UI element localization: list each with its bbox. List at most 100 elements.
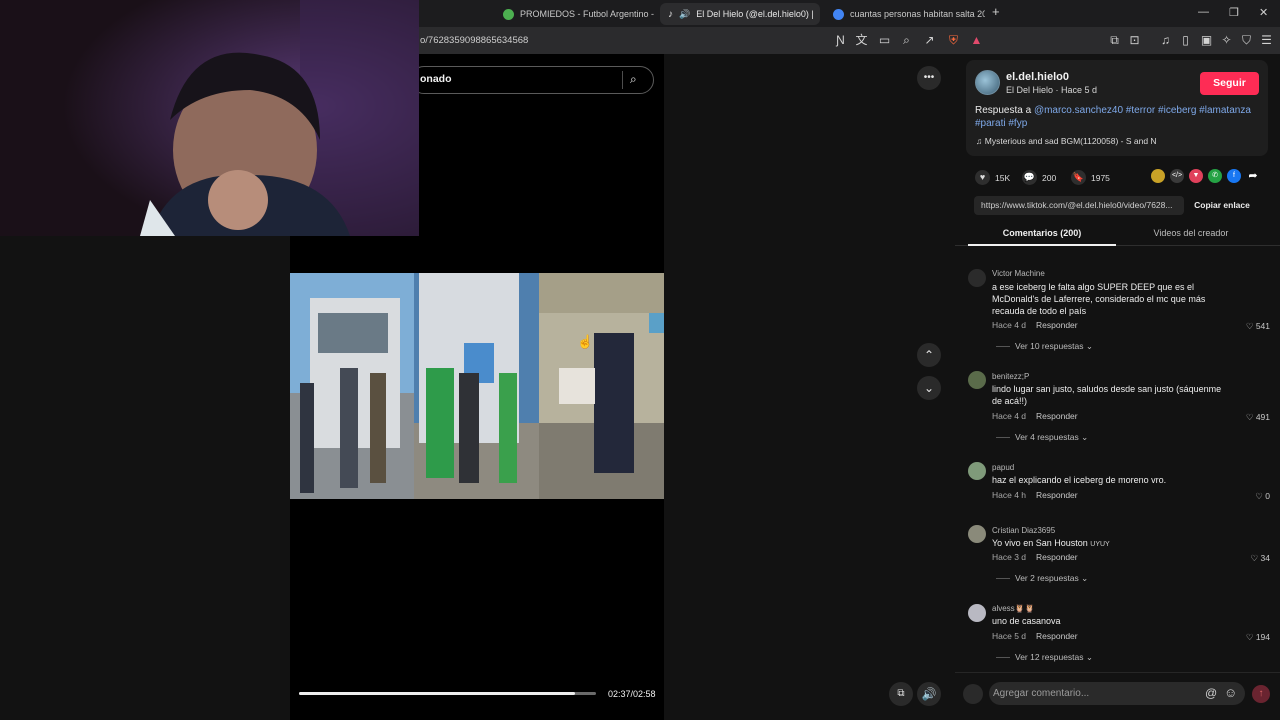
next-video-button[interactable]: ⌄ — [917, 376, 941, 400]
author-avatar[interactable] — [975, 70, 1000, 95]
tiktok-favicon-icon: ♪ — [668, 8, 673, 20]
hashtags-line-1[interactable]: #terror #iceberg #lamatanza — [1123, 105, 1251, 116]
repost-icon[interactable] — [1151, 169, 1165, 183]
send-comment-button[interactable]: ↑ — [1252, 685, 1270, 703]
comment-avatar[interactable] — [968, 525, 986, 543]
save-stat[interactable]: 🔖 1975 — [1071, 170, 1110, 185]
mention-link[interactable]: @marco.sanchez40 — [1034, 105, 1123, 116]
send-to-friend-icon[interactable]: ▼ — [1189, 169, 1203, 183]
view-replies-button[interactable]: Ver 4 respuestas ⌄ — [996, 432, 1088, 443]
comment-like[interactable]: ♡ 194 — [1230, 632, 1270, 643]
restore-button[interactable]: ❐ — [1229, 6, 1239, 19]
share-arrow-icon[interactable]: ➦ — [1246, 169, 1260, 183]
comment-like[interactable]: ♡ 491 — [1230, 412, 1270, 423]
comment-text: a ese iceberg le falta algo SUPER DEEP q… — [992, 282, 1206, 316]
chevron-down-icon: ⌄ — [1081, 573, 1089, 583]
view-replies-label: Ver 12 respuestas — [1015, 652, 1084, 662]
url-text[interactable]: o/7628359098865634568 — [420, 35, 528, 46]
tab-comments[interactable]: Comentarios (200) — [968, 228, 1116, 238]
whatsapp-icon[interactable]: ✆ — [1208, 169, 1222, 183]
comment-avatar[interactable] — [968, 604, 986, 622]
wallet-icon[interactable]: ▣ — [1199, 33, 1214, 48]
zoom-icon[interactable]: ⌕ — [899, 33, 914, 48]
tab-promiedos[interactable]: PROMIEDOS - Futbol Argentino - Fú — [495, 3, 655, 25]
new-tab-button[interactable]: + — [992, 4, 1000, 19]
heart-icon: ♥ — [975, 170, 990, 185]
comment-avatar[interactable] — [968, 269, 986, 287]
author-username[interactable]: el.del.hielo0 — [1006, 71, 1069, 83]
tab-creator-videos[interactable]: Videos del creador — [1117, 228, 1265, 238]
comment-like-count: 0 — [1265, 491, 1270, 501]
description-prefix: Respuesta a — [975, 105, 1034, 116]
view-replies-button[interactable]: Ver 12 respuestas ⌄ — [996, 652, 1093, 663]
comment-meta: Hace 5 d Responder — [992, 631, 1078, 641]
media-icon[interactable]: ♫ — [1158, 33, 1173, 48]
screenshot-icon[interactable]: ⊡ — [1127, 33, 1142, 48]
follow-button[interactable]: Seguir — [1200, 72, 1259, 95]
comment-username[interactable]: papud — [992, 463, 1014, 472]
cast-icon[interactable]: ▭ — [877, 33, 892, 48]
comment-like-count: 491 — [1255, 412, 1270, 422]
comment-username[interactable]: Victor Machine — [992, 269, 1045, 278]
speaker-icon: 🔊 — [679, 8, 691, 19]
comment-avatar[interactable] — [968, 371, 986, 389]
comment-avatar[interactable] — [968, 462, 986, 480]
reply-button[interactable]: Responder — [1036, 552, 1078, 562]
volume-button[interactable]: 🔊 — [917, 682, 941, 706]
like-stat[interactable]: ♥ 15K — [975, 170, 1010, 185]
comment-time: Hace 4 d — [992, 411, 1027, 421]
leo-icon[interactable]: ✧ — [1219, 33, 1234, 48]
comment-time: Hace 4 d — [992, 320, 1027, 330]
heart-outline-icon: ♡ — [1245, 632, 1254, 642]
facebook-icon[interactable]: f — [1227, 169, 1241, 183]
view-replies-button[interactable]: Ver 10 respuestas ⌄ — [996, 341, 1093, 352]
reply-button[interactable]: Responder — [1036, 411, 1078, 421]
vpn-icon[interactable]: ⛉ — [1239, 33, 1254, 48]
music-row[interactable]: ♫ Mysterious and sad BGM(1120058) - S an… — [976, 136, 1157, 146]
active-tab-indicator — [968, 244, 1116, 246]
minimize-button[interactable]: — — [1198, 6, 1209, 18]
reply-button[interactable]: Responder — [1036, 320, 1078, 330]
tab-tiktok[interactable]: ♪ 🔊 El Del Hielo (@el.del.hielo0) | — [660, 3, 820, 25]
sidebar-icon[interactable]: ▯ — [1178, 33, 1193, 48]
chevron-down-icon: ⌄ — [1085, 652, 1094, 662]
video-scene-right — [539, 273, 664, 499]
copy-link-button[interactable]: Copiar enlace — [1186, 196, 1258, 215]
search-divider — [622, 71, 623, 89]
comment-like[interactable]: ♡ 541 — [1230, 321, 1270, 332]
comment-stat[interactable]: 💬 200 — [1022, 170, 1056, 185]
share-icon[interactable]: ↗ — [922, 33, 937, 48]
brave-shields-icon[interactable]: ⛨ — [946, 33, 961, 48]
reply-button[interactable]: Responder — [1036, 631, 1078, 641]
reply-button[interactable]: Responder — [1036, 490, 1078, 500]
mention-icon[interactable]: @ — [1205, 686, 1217, 700]
extensions-icon[interactable]: ⧉ — [1107, 33, 1122, 48]
comment-like[interactable]: ♡ 34 — [1230, 553, 1270, 564]
video-time: 02:37/02:58 — [608, 689, 656, 699]
comment-like[interactable]: ♡ 0 — [1230, 491, 1270, 502]
view-replies-button[interactable]: Ver 2 respuestas ⌄ — [996, 573, 1088, 584]
comment-username[interactable]: Cristian Diaz3695 — [992, 526, 1055, 535]
chevron-down-icon: ⌄ — [1081, 432, 1089, 442]
save-count: 1975 — [1091, 172, 1110, 183]
floating-player-button[interactable]: ⧉ — [889, 682, 913, 706]
noscript-icon[interactable]: Ɲ — [833, 33, 848, 48]
comment-like-count: 541 — [1255, 321, 1270, 331]
emoji-icon[interactable]: ☺ — [1224, 685, 1237, 700]
search-icon[interactable]: ⌕ — [630, 72, 637, 87]
embed-icon[interactable]: </> — [1170, 169, 1184, 183]
tab-google[interactable]: cuantas personas habitan salta 2026 — [825, 3, 985, 25]
previous-video-button[interactable]: ⌃ — [917, 343, 941, 367]
video-link[interactable]: https://www.tiktok.com/@el.del.hielo0/vi… — [981, 200, 1181, 210]
progress-bar[interactable] — [299, 692, 596, 695]
translate-icon[interactable]: 文 — [854, 33, 869, 48]
comment-username[interactable]: alvess🦉🦉 — [992, 604, 1035, 613]
hashtags-line-2[interactable]: #parati #fyp — [975, 118, 1027, 129]
brave-rewards-icon[interactable]: ▲ — [969, 33, 984, 48]
close-window-button[interactable]: ✕ — [1259, 6, 1268, 19]
menu-icon[interactable]: ☰ — [1259, 33, 1274, 48]
comment-username[interactable]: benitezz;P — [992, 372, 1029, 381]
more-options-button[interactable]: ••• — [917, 66, 941, 90]
comment-like-count: 34 — [1260, 553, 1270, 563]
comment-icon: 💬 — [1022, 170, 1037, 185]
